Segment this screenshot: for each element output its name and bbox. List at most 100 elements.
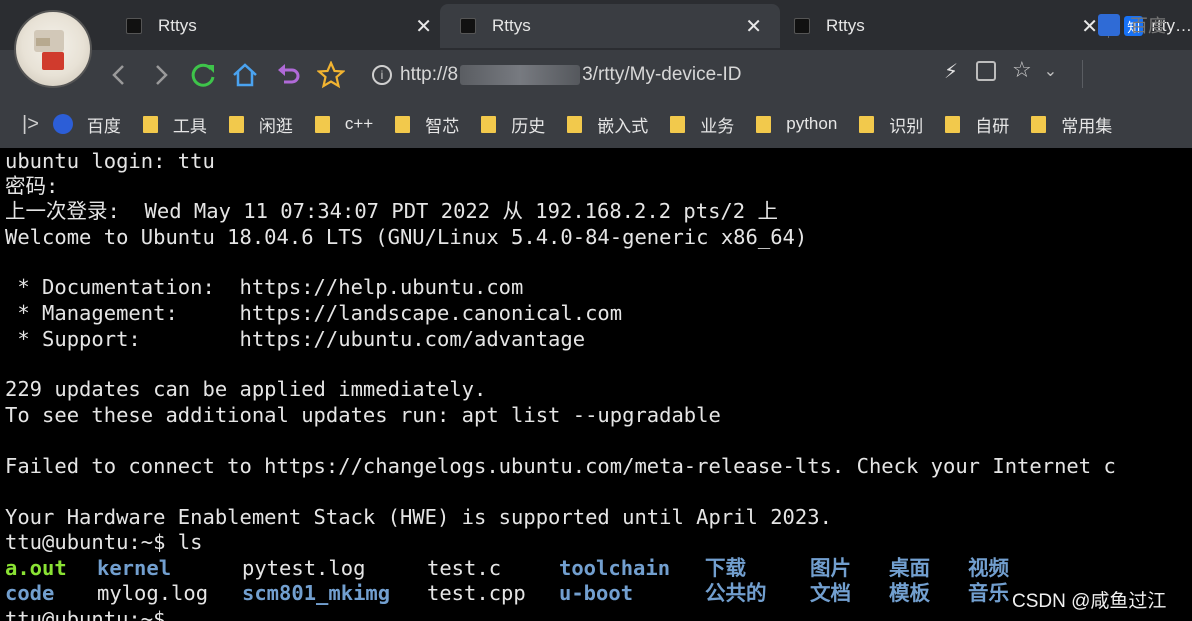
bookmark-label: 常用集 — [1061, 116, 1113, 136]
terminal-line: 229 updates can be applied immediately. — [5, 377, 487, 401]
ls-entry-directory: 桌面 — [889, 556, 930, 580]
bookmark-label: 工具 — [172, 116, 207, 136]
folder-icon — [228, 115, 244, 133]
terminal-line: * Management: https://landscape.canonica… — [5, 301, 623, 325]
tab-rttys-2[interactable]: Rttys ✕ — [440, 4, 780, 48]
ls-entry-file: pytest.log — [242, 556, 366, 580]
bookmark-label: 历史 — [511, 116, 546, 136]
bookmark-label: c++ — [344, 114, 374, 133]
folder-icon — [756, 115, 772, 133]
terminal-line: Failed to connect to https://changelogs.… — [5, 454, 1116, 478]
screenshot-icon[interactable] — [976, 60, 997, 81]
terminal-line: 密码: — [5, 174, 59, 198]
profile-avatar[interactable] — [14, 10, 92, 88]
ls-entry-directory: toolchain — [559, 556, 671, 580]
tab-title: Rttys — [158, 16, 197, 35]
close-tab-icon[interactable]: ✕ — [415, 14, 432, 39]
folder-icon — [481, 115, 497, 133]
folder-icon — [567, 115, 583, 133]
terminal-line: To see these additional updates run: apt… — [5, 403, 721, 427]
bookmark-folder[interactable]: 识别 — [859, 112, 923, 137]
terminal-prompt: ttu@ubuntu:~$ — [5, 607, 166, 621]
ls-entry-directory: u-boot — [559, 581, 634, 605]
bookmark-label: 识别 — [889, 116, 924, 136]
url-suffix: 3/rtty/My-device-ID — [582, 64, 742, 85]
tab-title: Rttys — [826, 16, 865, 35]
bookmark-item[interactable]: 百度 — [52, 112, 121, 137]
tab-title: Rttys — [492, 16, 531, 35]
toolbar: i http://8 3/rtty/My-device-ID ⚡ ☆ ⌄ — [0, 50, 1192, 100]
ls-entry-directory: 文档 — [810, 581, 851, 605]
bookmark-folder[interactable]: 业务 — [670, 112, 734, 137]
terminal-line: Welcome to Ubuntu 18.04.6 LTS (GNU/Linux… — [5, 225, 808, 249]
sidebar-toggle-icon[interactable]: |> — [22, 113, 39, 136]
bookmark-folder[interactable]: 闲逛 — [228, 112, 293, 137]
bookmark-label: 闲逛 — [258, 116, 293, 136]
search-engine-box[interactable]: 百度 — [1098, 12, 1166, 38]
close-tab-icon[interactable]: ✕ — [745, 14, 762, 39]
search-engine-label: 百度 — [1130, 16, 1166, 37]
url-prefix: http://8 — [400, 64, 459, 85]
chevron-down-icon[interactable]: ⌄ — [1044, 61, 1057, 80]
bookmark-folder[interactable]: 工具 — [142, 112, 207, 137]
terminal-line: * Documentation: https://help.ubuntu.com — [5, 275, 524, 299]
bookmark-label: 百度 — [86, 116, 121, 136]
tab-rttys-3[interactable]: Rttys ✕ — [794, 4, 1098, 48]
forward-icon[interactable] — [144, 58, 178, 92]
close-tab-icon[interactable]: ✕ — [1081, 14, 1098, 39]
bookmark-folder[interactable]: 常用集 — [1031, 112, 1112, 137]
ls-entry-directory: 公共的 — [705, 581, 767, 605]
baidu-paw-icon — [52, 114, 73, 134]
folder-icon — [1031, 115, 1047, 133]
ls-entry-directory: 模板 — [889, 581, 930, 605]
bookmark-folder[interactable]: 历史 — [481, 112, 545, 137]
avatar-image-part — [36, 38, 50, 46]
bookmark-label: 嵌入式 — [597, 116, 649, 136]
address-right-icons: ⚡ ☆ ⌄ — [944, 58, 1057, 83]
ls-entry-directory: 音乐 — [968, 581, 1009, 605]
lightning-icon[interactable]: ⚡ — [944, 59, 958, 83]
undo-close-tab-icon[interactable] — [272, 58, 306, 92]
ls-entry-directory: 下载 — [705, 556, 746, 580]
bookmark-star-icon[interactable]: ☆ — [1012, 58, 1032, 83]
folder-icon — [395, 115, 411, 133]
ls-entry-executable: a.out — [5, 556, 67, 580]
folder-icon — [945, 115, 961, 133]
ls-entry-directory: kernel — [97, 556, 172, 580]
url-redacted-mask — [460, 65, 581, 85]
address-bar[interactable]: i http://8 3/rtty/My-device-ID — [372, 60, 932, 90]
ls-entry-file: mylog.log — [97, 581, 209, 605]
bookmark-label: python — [786, 114, 838, 133]
avatar-image-part — [42, 52, 64, 70]
bookmark-label: 业务 — [700, 116, 735, 136]
favorites-star-icon[interactable] — [314, 58, 348, 92]
toolbar-divider — [1082, 60, 1083, 88]
baidu-search-icon — [1098, 14, 1120, 36]
bookmark-folder[interactable]: 自研 — [945, 112, 1009, 137]
bookmark-folder[interactable]: c++ — [314, 114, 374, 134]
folder-icon — [314, 115, 330, 133]
terminal-line: Your Hardware Enablement Stack (HWE) is … — [5, 505, 832, 529]
browser-chrome: Rttys ✕ Rttys ✕ Rttys ✕ 知 rtty… i http:/… — [0, 0, 1192, 148]
site-info-icon[interactable]: i — [372, 65, 392, 85]
reload-icon[interactable] — [186, 58, 220, 92]
folder-icon — [670, 115, 686, 133]
folder-icon — [142, 115, 158, 133]
ls-entry-directory: code — [5, 581, 55, 605]
back-icon[interactable] — [102, 58, 136, 92]
ls-entry-directory: scm801_mkimg — [242, 581, 391, 605]
terminal-screen[interactable]: ubuntu login: ttu 密码: 上一次登录: Wed May 11 … — [0, 148, 1192, 621]
tab-rttys-1[interactable]: Rttys ✕ — [126, 4, 432, 48]
rttys-favicon-icon — [460, 18, 476, 34]
bookmark-label: 智芯 — [425, 116, 460, 136]
bookmark-label: 自研 — [975, 116, 1010, 136]
bookmark-folder[interactable]: 嵌入式 — [567, 112, 648, 137]
csdn-watermark: CSDN @咸鱼过江 — [1012, 591, 1167, 612]
terminal-line: 上一次登录: Wed May 11 07:34:07 PDT 2022 从 19… — [5, 199, 778, 223]
ls-entry-directory: 视频 — [968, 556, 1009, 580]
ls-entry-directory: 图片 — [810, 556, 851, 580]
bookmark-folder[interactable]: python — [756, 114, 837, 134]
bookmark-folder[interactable]: 智芯 — [395, 112, 459, 137]
home-icon[interactable] — [228, 58, 262, 92]
rttys-favicon-icon — [126, 18, 142, 34]
